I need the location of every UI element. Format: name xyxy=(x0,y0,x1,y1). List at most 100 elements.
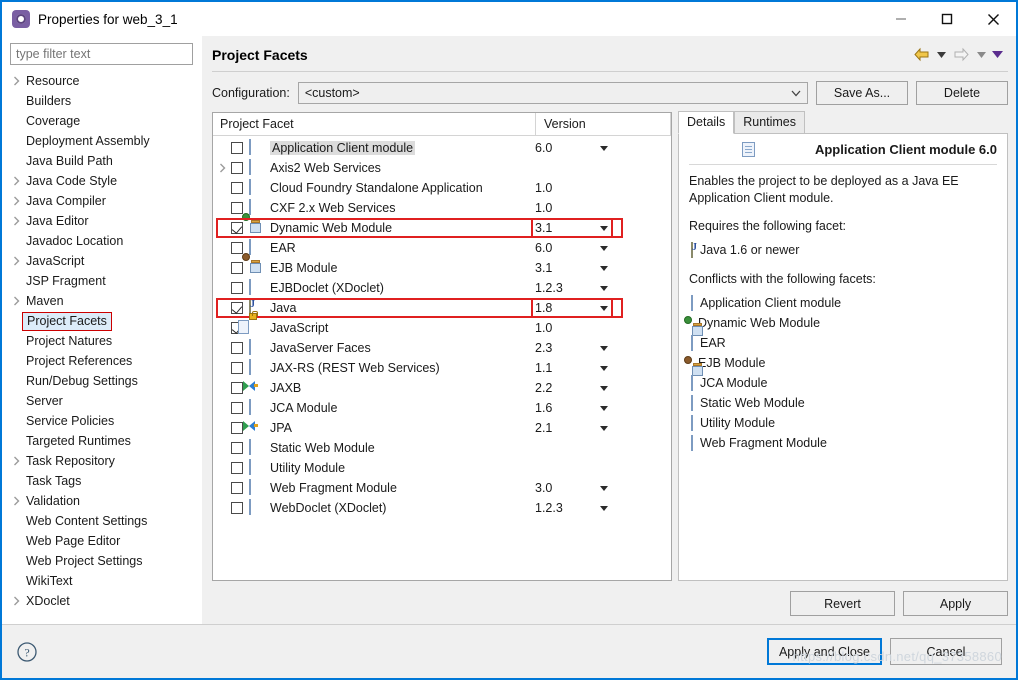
facet-checkbox[interactable] xyxy=(231,442,243,454)
version-dropdown-icon[interactable] xyxy=(598,265,610,271)
save-as-button[interactable]: Save As... xyxy=(816,81,908,105)
facet-row[interactable]: JCA Module 1.6 xyxy=(213,398,671,418)
sidebar-item-javascript[interactable]: JavaScript xyxy=(2,251,201,271)
facet-row[interactable]: JavaScript 1.0 xyxy=(213,311,671,338)
facet-row[interactable]: EJB Module 3.1 xyxy=(213,253,671,278)
chevron-right-icon[interactable] xyxy=(8,196,24,206)
configuration-combo[interactable]: <custom> xyxy=(297,82,808,104)
chevron-right-icon[interactable] xyxy=(8,456,24,466)
sidebar-item-maven[interactable]: Maven xyxy=(2,291,201,311)
version-dropdown-icon[interactable] xyxy=(598,385,610,391)
delete-button[interactable]: Delete xyxy=(916,81,1008,105)
sidebar-item-task-repository[interactable]: Task Repository xyxy=(2,451,201,471)
facet-checkbox[interactable] xyxy=(231,502,243,514)
close-icon[interactable] xyxy=(970,2,1016,36)
chevron-right-icon[interactable] xyxy=(8,596,24,606)
sidebar-item-jsp-fragment[interactable]: JSP Fragment xyxy=(2,271,201,291)
version-dropdown-icon[interactable] xyxy=(598,145,610,151)
facet-row[interactable]: Utility Module xyxy=(213,458,671,478)
facet-row[interactable]: Web Fragment Module 3.0 xyxy=(213,478,671,498)
facet-row[interactable]: Axis2 Web Services xyxy=(213,158,671,178)
sidebar-item-java-build-path[interactable]: Java Build Path xyxy=(2,151,201,171)
back-history-chevron-icon[interactable] xyxy=(934,44,948,66)
facet-row[interactable]: Static Web Module xyxy=(213,438,671,458)
sidebar-item-server[interactable]: Server xyxy=(2,391,201,411)
minimize-icon[interactable] xyxy=(878,2,924,36)
apply-button[interactable]: Apply xyxy=(903,591,1008,616)
facet-checkbox[interactable] xyxy=(231,302,243,314)
version-dropdown-icon[interactable] xyxy=(598,345,610,351)
sidebar-item-web-project-settings[interactable]: Web Project Settings xyxy=(2,551,201,571)
facet-row[interactable]: JAXB 2.2 xyxy=(213,378,671,398)
facet-checkbox[interactable] xyxy=(231,222,243,234)
sidebar-item-web-content-settings[interactable]: Web Content Settings xyxy=(2,511,201,531)
sidebar-item-resource[interactable]: Resource xyxy=(2,71,201,91)
version-dropdown-icon[interactable] xyxy=(598,225,610,231)
version-dropdown-icon[interactable] xyxy=(598,505,610,511)
facet-row[interactable]: JavaServer Faces 2.3 xyxy=(213,338,671,358)
sidebar-item-builders[interactable]: Builders xyxy=(2,91,201,111)
version-dropdown-icon[interactable] xyxy=(598,425,610,431)
facet-checkbox[interactable] xyxy=(231,342,243,354)
version-dropdown-icon[interactable] xyxy=(598,365,610,371)
sidebar-item-validation[interactable]: Validation xyxy=(2,491,201,511)
version-dropdown-icon[interactable] xyxy=(598,285,610,291)
sidebar-item-web-page-editor[interactable]: Web Page Editor xyxy=(2,531,201,551)
version-dropdown-icon[interactable] xyxy=(598,245,610,251)
sidebar-item-java-compiler[interactable]: Java Compiler xyxy=(2,191,201,211)
tab-details[interactable]: Details xyxy=(678,111,735,134)
facet-row[interactable]: EAR 6.0 xyxy=(213,238,671,258)
facet-row[interactable]: Cloud Foundry Standalone Application 1.0 xyxy=(213,178,671,198)
sidebar-item-javadoc-location[interactable]: Javadoc Location xyxy=(2,231,201,251)
view-menu-chevron-icon[interactable] xyxy=(990,44,1004,66)
facet-checkbox[interactable] xyxy=(231,402,243,414)
sidebar-item-project-facets[interactable]: Project Facets xyxy=(2,311,201,331)
sidebar-item-deployment-assembly[interactable]: Deployment Assembly xyxy=(2,131,201,151)
sidebar-item-targeted-runtimes[interactable]: Targeted Runtimes xyxy=(2,431,201,451)
sidebar-item-service-policies[interactable]: Service Policies xyxy=(2,411,201,431)
facet-row[interactable]: Dynamic Web Module 3.1 xyxy=(213,213,671,238)
maximize-icon[interactable] xyxy=(924,2,970,36)
sidebar-item-task-tags[interactable]: Task Tags xyxy=(2,471,201,491)
chevron-right-icon[interactable] xyxy=(8,76,24,86)
chevron-right-icon[interactable] xyxy=(8,496,24,506)
facet-row[interactable]: EJBDoclet (XDoclet) 1.2.3 xyxy=(213,278,671,298)
facet-checkbox[interactable] xyxy=(231,482,243,494)
sidebar-item-java-code-style[interactable]: Java Code Style xyxy=(2,171,201,191)
tab-runtimes[interactable]: Runtimes xyxy=(734,111,806,134)
facet-checkbox[interactable] xyxy=(231,142,243,154)
facet-row[interactable]: WebDoclet (XDoclet) 1.2.3 xyxy=(213,498,671,518)
sidebar-item-run-debug-settings[interactable]: Run/Debug Settings xyxy=(2,371,201,391)
facet-checkbox[interactable] xyxy=(231,362,243,374)
chevron-right-icon[interactable] xyxy=(8,216,24,226)
facet-checkbox[interactable] xyxy=(231,422,243,434)
facet-checkbox[interactable] xyxy=(231,202,243,214)
version-dropdown-icon[interactable] xyxy=(598,305,610,311)
facet-checkbox[interactable] xyxy=(231,242,243,254)
chevron-right-icon[interactable] xyxy=(8,256,24,266)
facet-checkbox[interactable] xyxy=(231,162,243,174)
facet-row[interactable]: JPA 2.1 xyxy=(213,418,671,438)
facet-row[interactable]: CXF 2.x Web Services 1.0 xyxy=(213,198,671,218)
facet-row[interactable]: Application Client module 6.0 xyxy=(213,138,671,158)
facet-row[interactable]: JAX-RS (REST Web Services) 1.1 xyxy=(213,358,671,378)
sidebar-item-project-references[interactable]: Project References xyxy=(2,351,201,371)
chevron-right-icon[interactable] xyxy=(8,176,24,186)
apply-and-close-button[interactable]: Apply and Close xyxy=(766,638,882,665)
facet-checkbox[interactable] xyxy=(231,282,243,294)
version-dropdown-icon[interactable] xyxy=(598,485,610,491)
sidebar-item-coverage[interactable]: Coverage xyxy=(2,111,201,131)
sidebar-item-wikitext[interactable]: WikiText xyxy=(2,571,201,591)
facet-checkbox[interactable] xyxy=(231,182,243,194)
sidebar-item-java-editor[interactable]: Java Editor xyxy=(2,211,201,231)
back-arrow-icon[interactable] xyxy=(910,44,932,66)
chevron-right-icon[interactable] xyxy=(8,296,24,306)
filter-input[interactable] xyxy=(10,43,193,65)
facet-checkbox[interactable] xyxy=(231,382,243,394)
chevron-right-icon[interactable] xyxy=(213,163,231,173)
cancel-button[interactable]: Cancel xyxy=(890,638,1002,665)
version-dropdown-icon[interactable] xyxy=(598,405,610,411)
facet-checkbox[interactable] xyxy=(231,462,243,474)
sidebar-item-xdoclet[interactable]: XDoclet xyxy=(2,591,201,611)
facet-checkbox[interactable] xyxy=(231,262,243,274)
